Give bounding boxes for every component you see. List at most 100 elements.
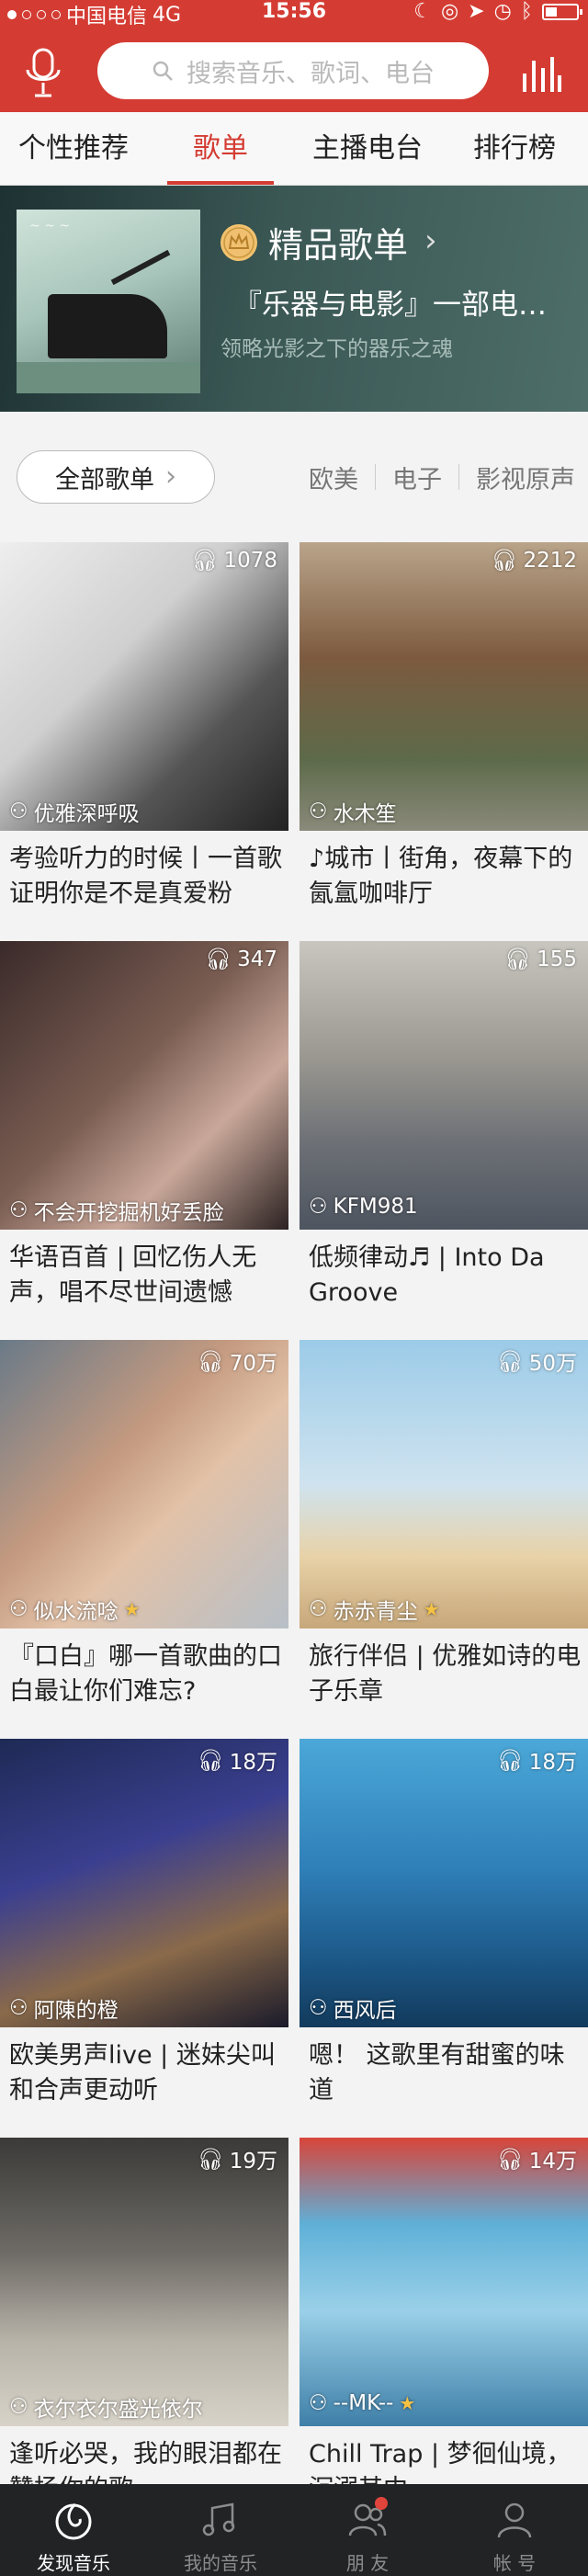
play-count: 🎧︎ 50万 bbox=[497, 1345, 577, 1377]
nav-label: 我的音乐 bbox=[184, 2552, 257, 2574]
playlist-creator: ⚇ 阿陳的橙 bbox=[9, 1992, 119, 2024]
playlist-creator: ⚇ 似水流唸 ★ bbox=[9, 1594, 141, 1625]
playlist-card[interactable]: 🎧︎ 50万 ⚇ 赤赤青尘 ★ 旅行伴侣 | 优雅如诗的电子乐章 bbox=[300, 1340, 588, 1739]
category-link-electronic[interactable]: 电子 bbox=[392, 460, 442, 495]
creator-name: 衣尔衣尔盛光依尔 bbox=[33, 2398, 203, 2422]
nav-label: 发现音乐 bbox=[37, 2552, 110, 2574]
user-icon: ⚇ bbox=[309, 1597, 328, 1621]
cover-floor bbox=[17, 362, 200, 393]
play-count: 🎧︎ 155 bbox=[504, 947, 577, 972]
playlist-card[interactable]: 🎧︎ 2212 ⚇ 水木笙 ♪城市丨街角，夜幕下的氤氲咖啡厅 bbox=[300, 542, 588, 941]
nav-account[interactable]: 帐 号 bbox=[441, 2484, 588, 2576]
play-count-value: 1078 bbox=[223, 548, 277, 573]
play-count-value: 70万 bbox=[229, 1352, 277, 1376]
user-icon: ⚇ bbox=[309, 2391, 328, 2415]
filter-row: 全部歌单 › 欧美 电子 影视原声 bbox=[0, 412, 588, 529]
headphones-icon: 🎧︎ bbox=[491, 549, 518, 573]
play-count-value: 50万 bbox=[528, 1352, 577, 1376]
playlist-cover bbox=[0, 1739, 288, 2027]
user-icon: ⚇ bbox=[9, 2395, 28, 2419]
tab-playlists[interactable]: 歌单 bbox=[147, 112, 294, 185]
banner-subtitle: 『乐器与电影』一部电影的声音 bbox=[233, 289, 557, 322]
playlist-cover bbox=[0, 542, 288, 831]
all-playlists-label: 全部歌单 bbox=[55, 465, 154, 494]
creator-name: KFM981 bbox=[333, 1195, 418, 1219]
now-playing-bars-icon[interactable] bbox=[521, 53, 561, 94]
play-count-value: 2212 bbox=[523, 548, 577, 573]
category-link-western[interactable]: 欧美 bbox=[309, 460, 358, 495]
playlist-cover bbox=[300, 941, 588, 1230]
location-icon: ➤ bbox=[468, 0, 485, 23]
piano-shape bbox=[48, 294, 167, 358]
divider bbox=[375, 464, 376, 490]
search-input[interactable]: 搜索音乐、歌词、电台 bbox=[97, 42, 489, 99]
headphones-icon: 🎧︎ bbox=[197, 1349, 224, 1374]
tab-recommend[interactable]: 个性推荐 bbox=[0, 112, 147, 185]
chevron-right-icon: › bbox=[165, 460, 176, 493]
headphones-icon: 🎧︎ bbox=[496, 2147, 524, 2172]
all-playlists-button[interactable]: 全部歌单 › bbox=[17, 450, 215, 504]
playlist-card[interactable]: 🎧︎ 18万 ⚇ 阿陳的橙 欧美男声live | 迷妹尖叫和合声更动听 bbox=[0, 1739, 288, 2138]
playlist-card[interactable]: 🎧︎ 18万 ⚇ 西风后 嗯！ 这歌里有甜蜜的味道 bbox=[300, 1739, 588, 2138]
creator-name: 阿陳的橙 bbox=[33, 1999, 119, 2023]
nav-discover-music[interactable]: 发现音乐 bbox=[0, 2484, 147, 2576]
play-count: 🎧︎ 1078 bbox=[191, 548, 277, 573]
playlist-creator: ⚇ 衣尔衣尔盛光依尔 bbox=[9, 2391, 203, 2423]
playlist-creator: ⚇ KFM981 bbox=[309, 1195, 418, 1219]
play-count: 🎧︎ 70万 bbox=[198, 1345, 277, 1377]
play-count: 🎧︎ 2212 bbox=[491, 548, 577, 573]
playlist-cover bbox=[0, 2138, 288, 2426]
playlist-cover bbox=[300, 1340, 588, 1628]
vip-star-icon: ★ bbox=[423, 1598, 440, 1620]
user-icon: ⚇ bbox=[309, 1996, 328, 2020]
vip-star-icon: ★ bbox=[123, 1598, 141, 1620]
headphones-icon: 🎧︎ bbox=[204, 948, 232, 971]
user-icon: ⚇ bbox=[309, 1195, 328, 1219]
category-shortcuts: 欧美 电子 影视原声 bbox=[309, 450, 575, 504]
playlist-cover bbox=[300, 2138, 588, 2426]
play-count-value: 347 bbox=[237, 947, 277, 971]
banner-title: 精品歌单 bbox=[268, 225, 409, 266]
play-count: 🎧︎ 347 bbox=[204, 947, 277, 972]
playlist-card[interactable]: 🎧︎ 70万 ⚇ 似水流唸 ★ 『口白』哪一首歌曲的口白最让你们难忘? bbox=[0, 1340, 288, 1739]
nav-my-music[interactable]: 我的音乐 bbox=[147, 2484, 294, 2576]
headphones-icon: 🎧︎ bbox=[191, 549, 219, 573]
nav-label: 帐 号 bbox=[492, 2552, 537, 2574]
tab-radio[interactable]: 主播电台 bbox=[294, 112, 441, 185]
discover-music-icon bbox=[55, 2502, 92, 2540]
playlist-card[interactable]: 🎧︎ 1078 ⚇ 优雅深呼吸 考验听力的时候丨一首歌证明你是不是真爱粉 bbox=[0, 542, 288, 941]
creator-name: 西风后 bbox=[333, 1999, 397, 2023]
playlist-title: 旅行伴侣 | 优雅如诗的电子乐章 bbox=[309, 1642, 582, 1706]
play-count: 🎧︎ 18万 bbox=[497, 1744, 577, 1776]
status-bar: 中国电信 4G 15:56 ☾ ◎ ➤ ◷ ᛒ bbox=[0, 0, 588, 28]
playlist-title: 华语百首 | 回忆伤人无声，唱不尽世间遗憾 bbox=[9, 1243, 257, 1307]
playlist-creator: ⚇ 赤赤青尘 ★ bbox=[309, 1594, 440, 1625]
playlist-creator: ⚇ --MK-- ★ bbox=[309, 2391, 415, 2415]
playlist-card[interactable]: 🎧︎ 347 ⚇ 不会开挖掘机好丢脸 华语百首 | 回忆伤人无声，唱不尽世间遗憾 bbox=[0, 941, 288, 1340]
user-icon: ⚇ bbox=[309, 800, 328, 823]
headphones-icon: 🎧︎ bbox=[496, 1748, 524, 1773]
microphone-icon[interactable] bbox=[24, 48, 62, 99]
creator-name: 赤赤青尘 bbox=[333, 1600, 418, 1624]
chevron-right-icon: › bbox=[424, 222, 437, 259]
status-right: ☾ ◎ ➤ ◷ ᛒ bbox=[413, 0, 582, 23]
app-header: 中国电信 4G 15:56 ☾ ◎ ➤ ◷ ᛒ 搜索音乐、歌词、电台 bbox=[0, 0, 588, 112]
playlist-card[interactable]: 🎧︎19万 ⚇衣尔衣尔盛光依尔 逢听必哭，我的眼泪都在赞扬你的歌 bbox=[0, 2138, 288, 2536]
playlist-cover bbox=[300, 542, 588, 831]
play-count: 🎧︎ 18万 bbox=[198, 1744, 277, 1776]
playlist-card[interactable]: 🎧︎14万 ⚇--MK--★ Chill Trap | 梦徊仙境，沉溺其中 bbox=[300, 2138, 588, 2536]
headphones-icon: 🎧︎ bbox=[197, 2147, 224, 2172]
divider bbox=[458, 464, 459, 490]
category-link-soundtrack[interactable]: 影视原声 bbox=[476, 460, 575, 495]
playlist-card[interactable]: 🎧︎ 155 ⚇ KFM981 低频律动♬ | Into Da Groove bbox=[300, 941, 588, 1340]
tab-charts[interactable]: 排行榜 bbox=[441, 112, 588, 185]
playlist-cover bbox=[0, 1340, 288, 1628]
battery-icon bbox=[542, 3, 582, 20]
creator-name: 优雅深呼吸 bbox=[33, 802, 140, 826]
account-icon bbox=[497, 2502, 532, 2538]
creator-name: --MK-- bbox=[333, 2391, 394, 2415]
piano-lid bbox=[110, 249, 171, 286]
nav-friends[interactable]: 朋 友 bbox=[294, 2484, 441, 2576]
my-music-icon bbox=[202, 2502, 235, 2536]
playlist-title: 『口白』哪一首歌曲的口白最让你们难忘? bbox=[9, 1642, 282, 1706]
